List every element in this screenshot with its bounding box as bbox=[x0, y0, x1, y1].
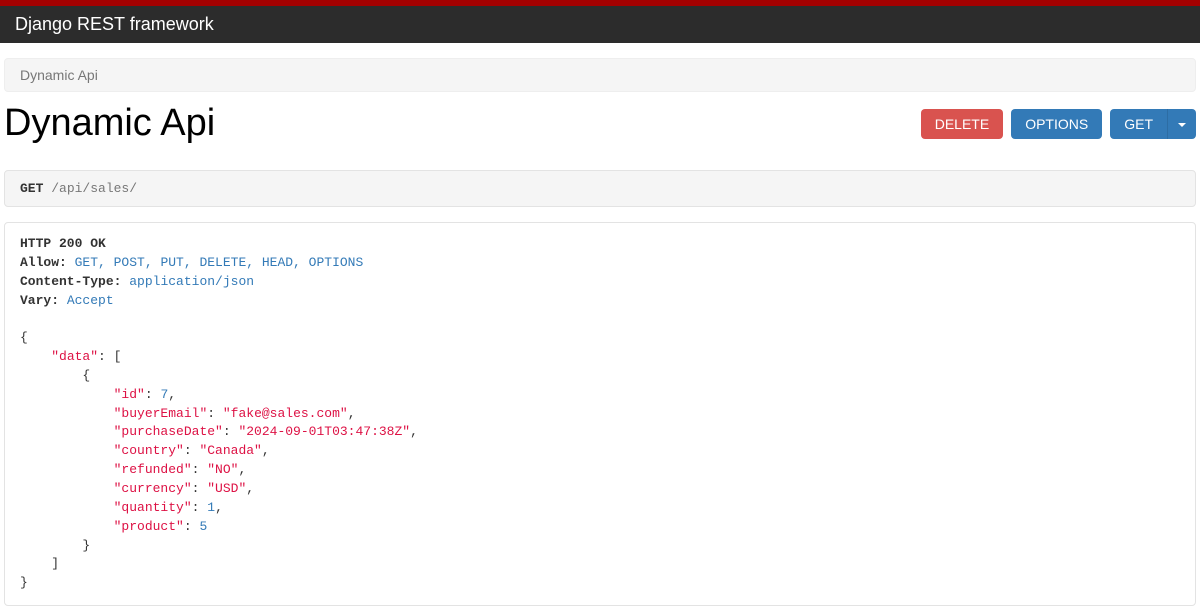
response-body: { "data": [ { "id": 7, "buyerEmail": "fa… bbox=[20, 330, 418, 590]
breadcrumb: Dynamic Api bbox=[4, 58, 1196, 92]
options-button[interactable]: OPTIONS bbox=[1011, 109, 1102, 139]
request-info: GET /api/sales/ bbox=[4, 170, 1196, 207]
vary-label: Vary: bbox=[20, 293, 59, 308]
breadcrumb-current: Dynamic Api bbox=[20, 67, 98, 83]
request-method: GET bbox=[20, 181, 43, 196]
get-button[interactable]: GET bbox=[1110, 109, 1167, 139]
content-type-value: application/json bbox=[129, 274, 254, 289]
delete-button[interactable]: DELETE bbox=[921, 109, 1003, 139]
page-title: Dynamic Api bbox=[4, 102, 215, 145]
navbar: Django REST framework bbox=[0, 6, 1200, 43]
allow-label: Allow: bbox=[20, 255, 67, 270]
request-path: /api/sales/ bbox=[51, 181, 137, 196]
get-button-group: GET bbox=[1110, 109, 1196, 139]
allow-value: GET, POST, PUT, DELETE, HEAD, OPTIONS bbox=[75, 255, 364, 270]
response-panel: HTTP 200 OK Allow: GET, POST, PUT, DELET… bbox=[4, 222, 1196, 606]
page-header: Dynamic Api DELETE OPTIONS GET bbox=[4, 102, 1196, 155]
get-dropdown-toggle[interactable] bbox=[1167, 109, 1196, 139]
navbar-brand[interactable]: Django REST framework bbox=[15, 14, 214, 34]
status-line: HTTP 200 OK bbox=[20, 236, 106, 251]
button-row: DELETE OPTIONS GET bbox=[921, 109, 1196, 139]
chevron-down-icon bbox=[1178, 123, 1186, 127]
vary-value: Accept bbox=[67, 293, 114, 308]
content-type-label: Content-Type: bbox=[20, 274, 121, 289]
